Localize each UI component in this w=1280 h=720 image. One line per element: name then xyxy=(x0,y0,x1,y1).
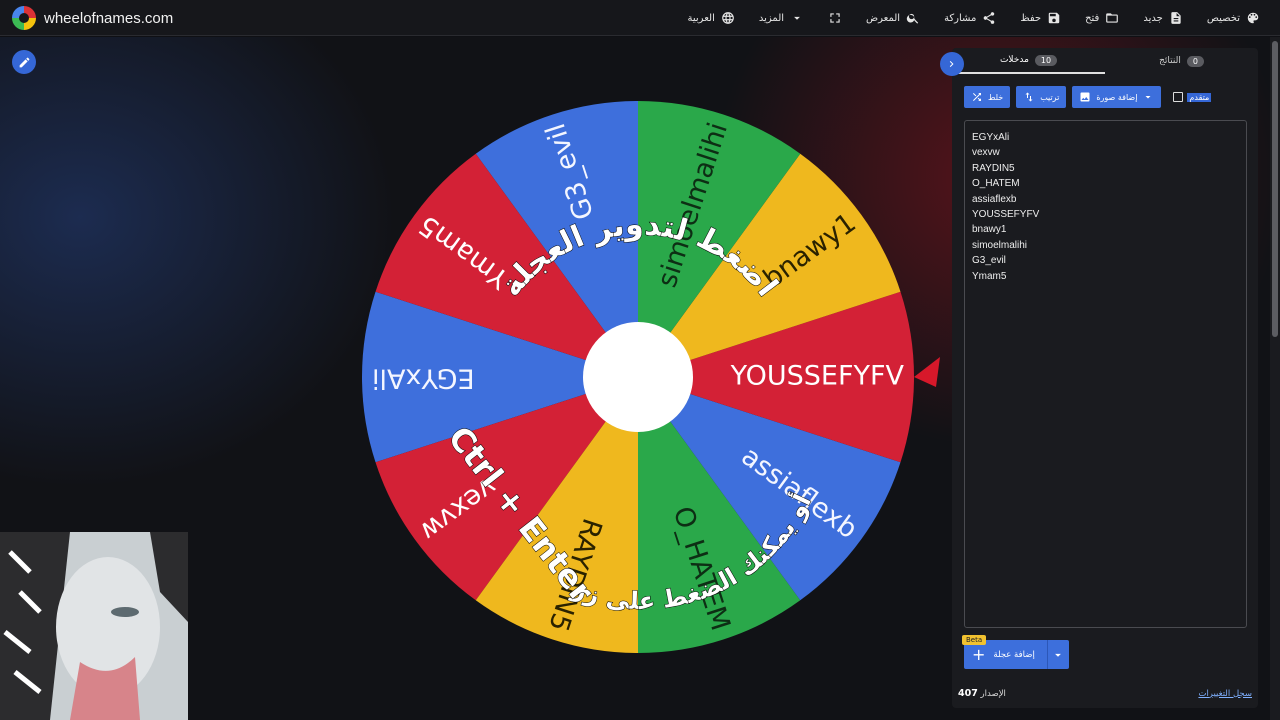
wheel[interactable]: EGYxAli vexvw RAYDIN5 O_HATEM assiaflexb YOUS… xyxy=(362,101,940,653)
caret-down-icon xyxy=(1145,96,1151,99)
entry-line: RAYDIN5 xyxy=(972,162,1015,174)
sort-label: ترتيب xyxy=(1040,92,1060,102)
version-label: الإصدار xyxy=(980,689,1006,699)
advanced-checkbox[interactable] xyxy=(1173,92,1184,102)
add-wheel-label: إضافة عجلة xyxy=(993,649,1035,660)
nav-new-label: جديد xyxy=(1143,12,1163,24)
nav-fullscreen[interactable] xyxy=(828,11,842,25)
webcam-overlay xyxy=(0,532,188,720)
entries-count-badge: 10 xyxy=(1034,54,1058,66)
version-info: الإصدار 407 xyxy=(958,688,1006,699)
sort-icon xyxy=(1025,92,1033,102)
nav-save-label: حفظ xyxy=(1020,12,1042,24)
add-wheel-group: Beta إضافة عجلة + xyxy=(962,635,1069,669)
entry-line: Ymam5 xyxy=(972,270,1007,282)
main-nav: العربية المزيد المعرض مشاركة حفظ فتح جدي… xyxy=(688,0,1260,36)
add-image-label: إضافة صورة xyxy=(1096,92,1138,102)
nav-share[interactable]: مشاركة xyxy=(944,11,996,25)
beta-badge: Beta xyxy=(962,635,987,645)
caret-down-icon xyxy=(1055,653,1062,657)
panel-footer: الإصدار 407 سجل التغييرات xyxy=(958,688,1252,699)
wheel-center[interactable] xyxy=(583,322,693,432)
advanced-toggle[interactable]: متقدم xyxy=(1173,92,1212,102)
globe-icon xyxy=(722,12,734,24)
collapse-panel-button[interactable] xyxy=(940,52,964,76)
share-icon xyxy=(984,12,995,24)
search-icon xyxy=(906,13,919,24)
wheel-segment-label: EGYxAli xyxy=(372,363,475,394)
advanced-label: متقدم xyxy=(1187,92,1212,102)
entry-line: simoelmalihi xyxy=(972,239,1028,251)
panel-tabs: 0 النتائج 10 مدخلات xyxy=(952,48,1258,74)
nav-save[interactable]: حفظ xyxy=(1020,11,1061,25)
nav-gallery-label: المعرض xyxy=(866,12,901,24)
nav-new[interactable]: جديد xyxy=(1143,11,1182,25)
results-count-badge: 0 xyxy=(1186,55,1204,67)
entry-line: YOUSSEFYFV xyxy=(972,209,1040,221)
nav-customize[interactable]: تخصيص xyxy=(1207,11,1260,25)
plus-icon: + xyxy=(972,644,986,664)
nav-language-label: العربية xyxy=(687,12,715,24)
entry-line: EGYxAli xyxy=(972,132,1010,143)
pencil-icon xyxy=(19,57,29,67)
caret-down-icon xyxy=(794,16,800,20)
webcam-image xyxy=(0,532,188,720)
sort-button[interactable]: ترتيب xyxy=(1016,86,1067,108)
version-number: 407 xyxy=(958,688,978,699)
tab-entries[interactable]: 10 مدخلات xyxy=(952,48,1105,74)
wheel-graphic[interactable]: EGYxAlivexvwRAYDIN5 O_HATEMassiaflexbYOUS… xyxy=(362,101,940,653)
add-image-button[interactable]: إضافة صورة xyxy=(1072,86,1162,108)
wheel-pointer xyxy=(914,357,940,387)
nav-more[interactable]: المزيد xyxy=(759,11,804,25)
changelog-link[interactable]: سجل التغييرات xyxy=(1198,689,1252,699)
side-panel: 0 النتائج 10 مدخلات خلط ترتيب إضافة صورة… xyxy=(952,48,1258,708)
nav-language[interactable]: العربية xyxy=(688,11,735,25)
tab-results-label: النتائج xyxy=(1159,56,1181,66)
shuffle-button[interactable]: خلط xyxy=(964,86,1011,108)
entry-line: vexvw xyxy=(972,147,1000,159)
nav-open[interactable]: فتح xyxy=(1085,11,1119,25)
add-wheel-dropdown[interactable] xyxy=(1046,640,1069,669)
file-icon xyxy=(1171,12,1181,24)
entry-line: G3_evil xyxy=(972,255,1006,267)
save-icon xyxy=(1048,12,1060,24)
shuffle-icon xyxy=(973,93,981,101)
logo-icon xyxy=(12,6,36,30)
nav-more-label: المزيد xyxy=(758,12,785,24)
nav-open-label: فتح xyxy=(1085,12,1100,24)
fullscreen-icon xyxy=(830,13,840,23)
nav-customize-label: تخصيص xyxy=(1206,12,1240,24)
entry-line: bnawy1 xyxy=(972,224,1007,236)
entries-toolbar: خلط ترتيب إضافة صورة متقدم xyxy=(964,86,1212,108)
nav-gallery[interactable]: المعرض xyxy=(866,11,920,25)
logo-text: wheelofnames.com xyxy=(44,9,174,27)
tab-results[interactable]: 0 النتائج xyxy=(1105,48,1258,74)
tab-entries-label: مدخلات xyxy=(999,55,1029,65)
scrollbar-thumb[interactable] xyxy=(1272,41,1278,337)
logo[interactable]: wheelofnames.com xyxy=(12,6,173,30)
entries-textarea[interactable]: EGYxAli vexvw RAYDIN5 O_HATEM assiaflexb YOUS… xyxy=(964,120,1247,628)
chevron-right-icon xyxy=(949,61,954,67)
image-icon xyxy=(1080,92,1090,102)
page-scrollbar[interactable] xyxy=(1270,37,1280,720)
top-bar: wheelofnames.com العربية المزيد المعرض م… xyxy=(0,0,1280,36)
nav-share-label: مشاركة xyxy=(944,12,977,24)
entry-line: assiaflexb xyxy=(972,193,1017,205)
wheel-segment-label: YOUSSEFYFV xyxy=(730,361,905,392)
palette-icon xyxy=(1247,12,1259,24)
edit-wheel-button[interactable] xyxy=(12,50,36,74)
folder-open-icon xyxy=(1106,13,1119,23)
shuffle-label: خلط xyxy=(988,92,1004,102)
entry-line: O_HATEM xyxy=(972,178,1020,190)
